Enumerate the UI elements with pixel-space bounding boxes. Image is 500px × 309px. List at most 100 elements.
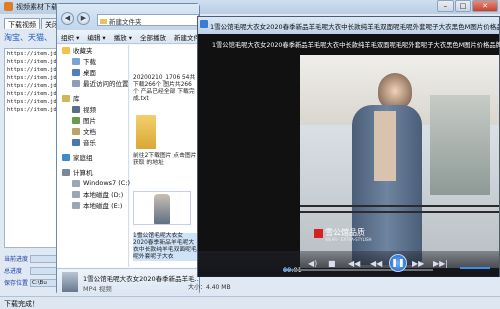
nav-label: 视频 [83,106,96,114]
url-item: https://item.jd [7,67,57,73]
nav-label: Windows7 (C:) [83,179,131,187]
details-pane: 1雪公馆毛呢大衣女2020春季新品羊毛... MP4 视频 [57,268,199,295]
status-bar: 下载完成！ [0,296,500,309]
model-head [378,73,412,109]
volume-slider[interactable] [460,267,490,269]
seek-fill [283,269,291,271]
nav-icon [62,153,70,161]
nav-icon [72,138,80,146]
navigation-pane: 收藏夹下载桌面最近访问的位置库视频图片文档音乐家庭组计算机 Windows7 (C… [57,45,131,267]
detail-size: 大小：4.40 MB [188,284,231,291]
back-button[interactable]: ◀ [61,12,74,25]
progress-row: 当前进度 [4,253,62,264]
nav-item[interactable]: 下载 [57,56,128,66]
url-item: https://item.jd [7,59,57,65]
window-controls: – □ ✕ [436,0,498,13]
pause-button[interactable]: ❚❚ [389,254,407,272]
file-pane: 20200210_1706 54共下载266个 图片共266个 产品已经全部 下… [130,45,199,267]
detail-type: MP4 视频 [83,285,112,293]
close-button[interactable]: ✕ [472,0,498,12]
nav-label: 最近访问的位置 [83,80,129,88]
detail-title: 1雪公馆毛呢大衣女2020春季新品羊毛... [83,275,199,283]
next-icon[interactable]: ▶▶| [433,259,448,268]
nav-label: 家庭组 [73,154,93,162]
nav-label: 下载 [83,58,96,66]
nav-item[interactable]: 桌面 [57,67,128,77]
edit-menu[interactable]: 编辑 ▾ [83,32,109,42]
forward-button[interactable]: ▶ [77,12,90,25]
nav-label: 本地磁盘 (E:) [83,202,123,210]
nav-label: 库 [73,95,80,103]
maximize-button[interactable]: □ [454,0,472,12]
folder-icon [100,19,107,24]
address-bar[interactable]: 新建文件夹 [97,14,199,26]
nav-icon [72,57,80,65]
play-menu[interactable]: 播放 ▾ [110,32,136,42]
nav-icon [72,116,80,124]
player-titlebar: 1雪公馆毛呢大衣女2020春季新品羊毛呢大衣中长款纯羊毛双面呢毛呢外套呢子大衣黑… [198,17,499,34]
banner-text: 淘宝、天猫、 [4,33,52,42]
seek-bar[interactable] [283,269,433,271]
previous-icon[interactable]: ◀◀ [348,259,360,268]
nav-label: 音乐 [83,139,96,147]
progress-label: 总进度 [4,268,23,275]
nav-item[interactable]: 音乐 [57,137,128,147]
url-item: https://item.jd [7,75,57,81]
rewind-icon[interactable]: ◀◀ [370,259,382,268]
address-text: 新建文件夹 [109,18,142,26]
player-icon [200,20,208,28]
minimize-button[interactable]: – [437,0,454,12]
model-figure [154,194,170,224]
organize-menu[interactable]: 组织 ▾ [57,32,83,42]
volume-icon[interactable]: ◀) [308,259,317,268]
player-title: 1雪公馆毛呢大衣女2020春季新品羊毛呢大衣中长款纯羊毛双面呢毛呢外套呢子大衣黑… [210,23,499,31]
video-thumbnail[interactable] [133,191,191,225]
file-item-txt[interactable]: 20200210_1706 54共下载266个 图片共266个 产品已经全部 下… [133,75,197,103]
nav-icon [72,190,80,198]
nav-label: 本地磁盘 (D:) [83,191,124,199]
stop-icon[interactable]: ■ [328,259,336,268]
play-all-button[interactable]: 全部播放 [136,32,170,42]
video-frame[interactable]: 雪公馆品质 WEAR · EXTRA-STYLISH [300,55,499,268]
nav-item[interactable]: 视频 [57,104,128,114]
nav-icon [72,79,80,87]
nav-icon [72,105,80,113]
file-item-shortcut[interactable]: 前往2下载图片 点击图片获取 的地址 [133,153,197,167]
progress-label: 当前进度 [4,256,29,263]
nav-label: 桌面 [83,69,96,77]
explorer-window: ◀ ▶ 新建文件夹 组织 ▾ 编辑 ▾ 播放 ▾ 全部播放 新建文件夹 收藏夹下… [56,3,207,295]
fast-forward-icon[interactable]: ▶▶ [412,259,424,268]
progress-panel: 当前进度总进度保存位置 C:\Bu [4,253,62,289]
nav-label: 文档 [83,128,96,136]
url-list[interactable]: https://item.jd https://item.jd https://it… [4,48,62,248]
file-name: 20200210_1706 54共下载266个 图片共266个 产品已经全部 下… [133,75,196,102]
nav-item[interactable]: 本地磁盘 (E:) [57,200,128,210]
nav-item[interactable]: 库 [57,93,128,103]
downloader-tabs: 下载视频 关闭 [4,18,64,29]
brand-logo-icon [314,229,323,238]
nav-item[interactable]: 最近访问的位置 [57,78,129,88]
nav-label: 收藏夹 [73,47,93,55]
nav-item[interactable]: 图片 [57,115,128,125]
explorer-toolbar: 组织 ▾ 编辑 ▾ 播放 ▾ 全部播放 新建文件夹 [57,30,207,44]
progress-label: 保存位置 [4,280,29,287]
video-file-icon [62,272,78,292]
nav-icon [62,46,70,54]
building-icon [430,95,490,195]
nav-label: 图片 [83,117,96,125]
explorer-titlebar: ◀ ▶ 新建文件夹 [57,4,199,30]
tab-download-video[interactable]: 下载视频 [4,18,40,29]
video-overlay-title: 1雪公馆毛呢大衣女2020春季新品羊毛呢大衣中长款纯羊毛双面呢毛呢外套呢子大衣黑… [212,42,500,49]
nav-item[interactable]: 计算机 [57,167,128,177]
nav-icon [62,94,70,102]
url-item: https://item.jd [7,51,57,57]
progress-row: 保存位置 C:\Bu [4,277,62,288]
nav-item[interactable]: 本地磁盘 (D:) [57,189,128,199]
nav-item[interactable]: 收藏夹 [57,45,128,55]
nav-icon [72,68,80,76]
nav-item[interactable]: 文档 [57,126,128,136]
nav-icon [72,179,80,187]
file-item-video[interactable]: 1雪公馆毛呢大衣女2020春季新品羊毛呢大衣中长款纯羊毛双面呢毛呢外套呢子大衣 [133,233,197,261]
nav-item[interactable]: 家庭组 [57,152,128,162]
nav-item[interactable]: Windows7 (C:) [57,178,131,188]
